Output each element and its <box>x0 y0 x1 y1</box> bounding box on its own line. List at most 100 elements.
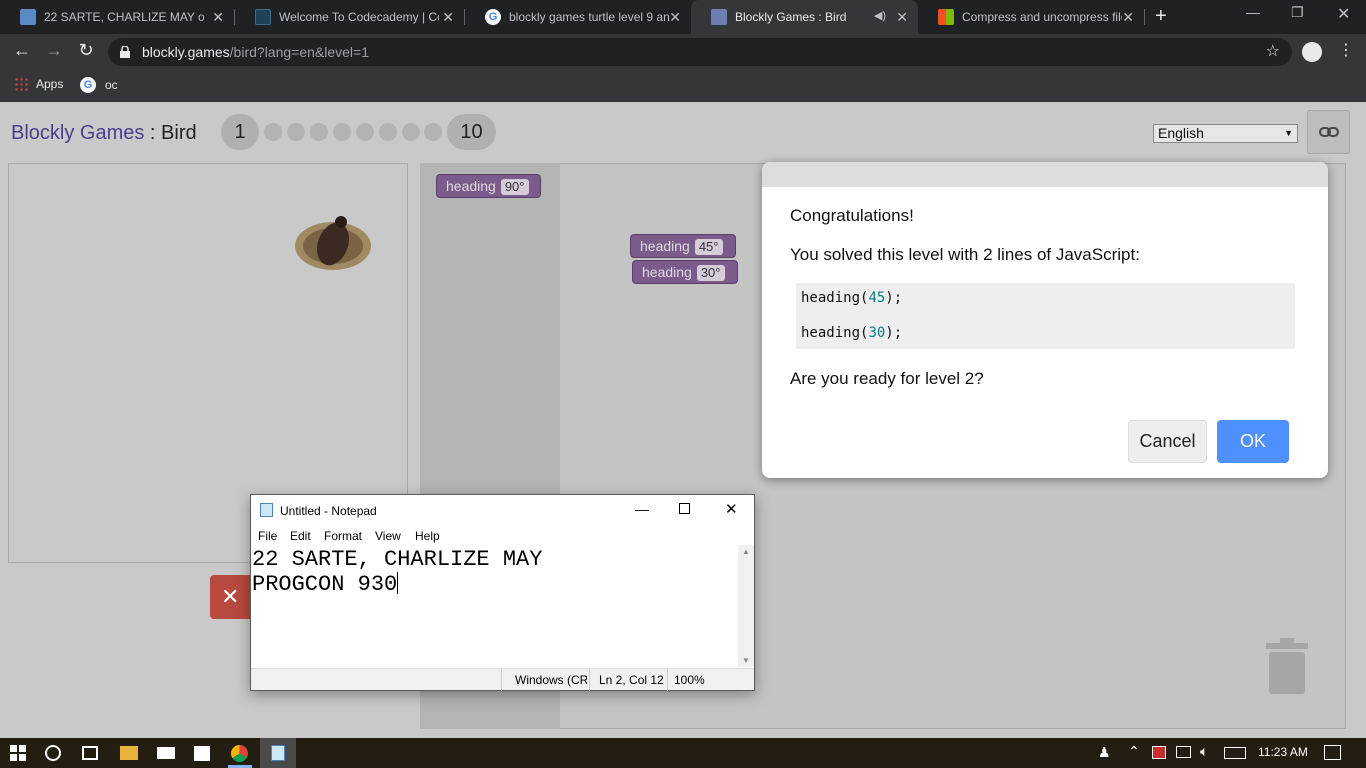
notepad-icon <box>271 745 285 761</box>
restore-icon[interactable]: ❐ <box>1291 4 1304 21</box>
close-tab-icon[interactable]: ✕ <box>442 9 454 26</box>
bookmarks-bar: Apps G oc <box>0 70 1366 102</box>
title-separator: : <box>144 122 162 144</box>
status-encoding: Windows (CR <box>515 673 587 687</box>
reload-icon[interactable]: ↻ <box>74 40 98 61</box>
block-label: heading <box>640 238 690 254</box>
search-icon[interactable] <box>45 745 61 761</box>
notepad-text-area[interactable]: 22 SARTE, CHARLIZE MAY PROGCON 930 <box>251 545 738 667</box>
dialog-header[interactable] <box>762 162 1328 187</box>
tab-google-search[interactable]: G blockly games turtle level 9 an... ✕ <box>465 0 691 34</box>
level-4-dot[interactable] <box>310 123 328 141</box>
tab-trello[interactable]: 22 SARTE, CHARLIZE MAY on 2... ✕ <box>0 0 234 34</box>
tab-title: 22 SARTE, CHARLIZE MAY on 2... <box>44 10 204 24</box>
blockly-icon <box>711 9 727 25</box>
system-clock[interactable]: 11:23 AM <box>1258 745 1308 759</box>
notepad-titlebar[interactable]: Untitled - Notepad — ✕ <box>251 495 754 525</box>
heading-block-1[interactable]: heading 45° <box>630 234 736 258</box>
menu-edit[interactable]: Edit <box>290 529 311 543</box>
windows-start-icon[interactable] <box>10 745 26 761</box>
text-line-with-caret: PROGCON 930 <box>252 572 738 597</box>
chrome-icon[interactable] <box>231 745 248 762</box>
ok-button[interactable]: OK <box>1217 420 1289 463</box>
code-listing: heading(45); heading(30); <box>796 283 1295 349</box>
angle-field[interactable]: 45° <box>694 239 723 255</box>
speaker-icon[interactable]: ◀) <box>874 9 886 22</box>
security-icon[interactable] <box>1152 746 1166 759</box>
chevron-up-icon[interactable]: ⌃ <box>1128 743 1140 760</box>
people-icon[interactable]: ♟ <box>1098 744 1111 761</box>
level-9-dot[interactable] <box>424 123 442 141</box>
notepad-icon <box>260 503 273 517</box>
forward-icon[interactable]: → <box>42 40 66 61</box>
trash-icon[interactable] <box>1266 638 1308 694</box>
store-icon[interactable] <box>194 746 210 761</box>
menu-view[interactable]: View <box>375 529 401 543</box>
tab-divider <box>1144 9 1145 25</box>
cancel-button[interactable]: Cancel <box>1128 420 1207 463</box>
maximize-icon[interactable] <box>679 503 690 514</box>
minimize-icon[interactable]: — <box>1246 4 1260 20</box>
notepad-statusbar: Windows (CR Ln 2, Col 12 100% <box>251 668 754 691</box>
tab-title: Welcome To Codecademy | Co... <box>279 10 439 24</box>
code-line: heading(45); <box>801 290 1290 306</box>
close-tab-icon[interactable]: ✕ <box>212 9 224 26</box>
minimize-icon[interactable]: — <box>635 501 649 517</box>
back-icon[interactable]: ← <box>10 40 34 61</box>
menu-format[interactable]: Format <box>324 529 362 543</box>
level-7-dot[interactable] <box>379 123 397 141</box>
menu-file[interactable]: File <box>258 529 277 543</box>
level-10-button[interactable]: 10 <box>447 114 496 150</box>
mail-icon[interactable] <box>157 747 175 759</box>
text-caret <box>397 572 399 594</box>
menu-help[interactable]: Help <box>415 529 440 543</box>
status-divider <box>667 669 668 691</box>
close-tab-icon[interactable]: ✕ <box>1122 9 1134 26</box>
file-explorer-icon[interactable] <box>120 746 138 760</box>
toolbox-heading-block[interactable]: heading 90° <box>436 174 541 198</box>
tab-compress[interactable]: Compress and uncompress file... ✕ <box>918 0 1144 34</box>
text-line: PROGCON 930 <box>252 572 398 597</box>
browser-toolbar: ← → ↻ blockly.games/bird?lang=en&level=1… <box>0 34 1366 70</box>
level-2-dot[interactable] <box>264 123 282 141</box>
level-1-button[interactable]: 1 <box>221 114 259 150</box>
heading-block-2[interactable]: heading 30° <box>632 260 738 284</box>
volume-icon[interactable]: 🔈︎ <box>1200 743 1208 760</box>
new-tab-button[interactable]: + <box>1155 5 1167 28</box>
page-title: Blockly Games : Bird <box>11 122 197 145</box>
close-tab-icon[interactable]: ✕ <box>896 9 908 26</box>
level-5-dot[interactable] <box>333 123 351 141</box>
angle-field[interactable]: 90° <box>500 179 529 195</box>
bookmark-oc[interactable]: G oc <box>80 77 118 93</box>
level-3-dot[interactable] <box>287 123 305 141</box>
menu-kebab-icon[interactable]: ⋮ <box>1338 40 1354 60</box>
tab-blockly-bird[interactable]: Blockly Games : Bird ◀) ✕ <box>691 0 918 34</box>
close-window-icon[interactable]: ✕ <box>725 500 738 518</box>
level-8-dot[interactable] <box>402 123 420 141</box>
address-bar[interactable]: blockly.games/bird?lang=en&level=1 ☆ <box>108 38 1292 66</box>
bookmark-apps[interactable]: Apps <box>14 77 63 91</box>
profile-avatar-icon[interactable] <box>1302 42 1322 62</box>
task-view-icon[interactable] <box>82 746 98 760</box>
notepad-taskbar-button[interactable] <box>260 738 296 768</box>
link-button[interactable] <box>1307 110 1350 154</box>
brand-link[interactable]: Blockly Games <box>11 122 144 144</box>
tab-title: Blockly Games : Bird <box>735 10 847 24</box>
keyboard-icon[interactable] <box>1224 747 1246 759</box>
bookmark-star-icon[interactable]: ☆ <box>1266 38 1280 66</box>
level-6-dot[interactable] <box>356 123 374 141</box>
language-select[interactable]: English ▼ <box>1153 124 1298 143</box>
status-divider <box>589 669 590 691</box>
close-tab-icon[interactable]: ✕ <box>669 9 681 26</box>
vertical-scrollbar[interactable]: ▲ ▼ <box>738 545 754 667</box>
notifications-icon[interactable] <box>1324 745 1341 760</box>
scroll-down-icon[interactable]: ▼ <box>742 656 750 665</box>
language-value: English <box>1158 125 1204 141</box>
scroll-up-icon[interactable]: ▲ <box>742 547 750 556</box>
game-name: Bird <box>161 122 197 144</box>
network-icon[interactable] <box>1176 746 1191 758</box>
close-window-icon[interactable]: ✕ <box>1337 4 1350 24</box>
tab-codecademy[interactable]: Welcome To Codecademy | Co... ✕ <box>235 0 464 34</box>
notepad-menubar: File Edit Format View Help <box>251 525 754 545</box>
angle-field[interactable]: 30° <box>696 265 725 281</box>
